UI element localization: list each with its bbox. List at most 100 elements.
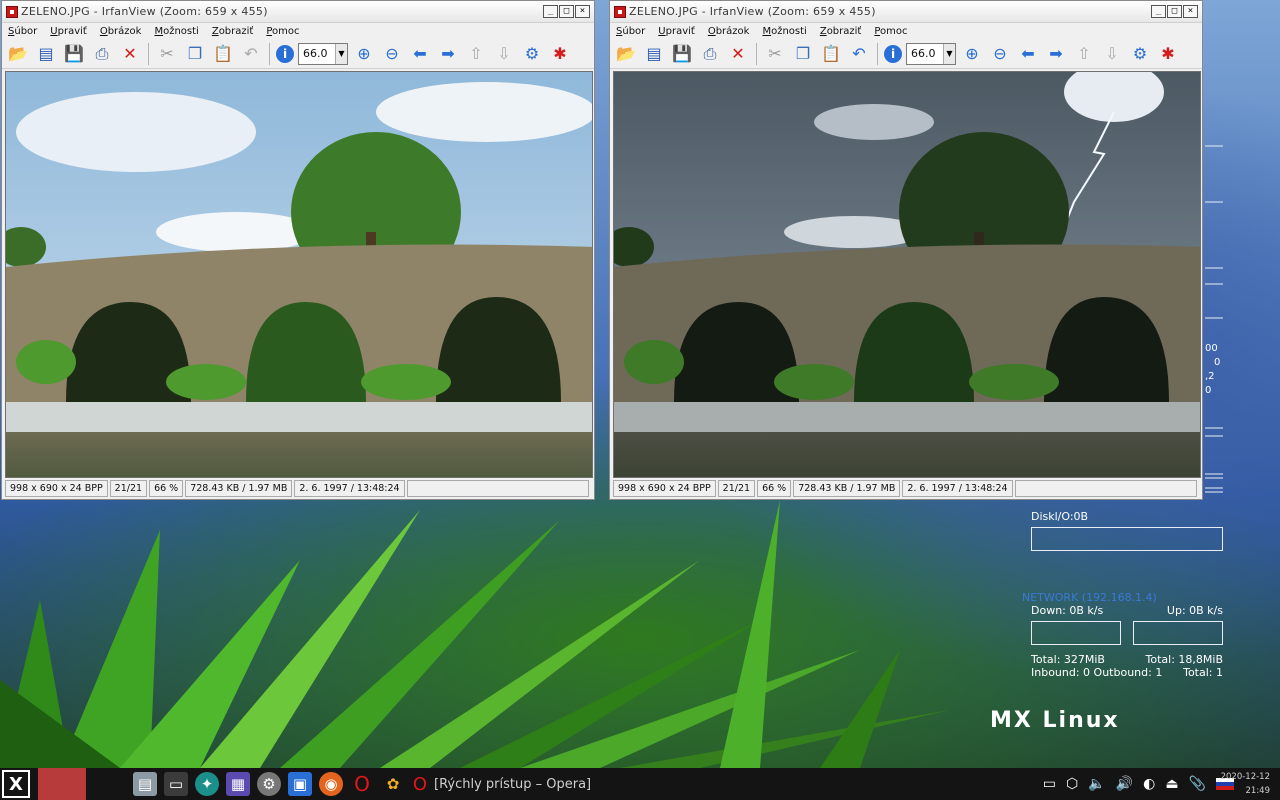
editor-icon[interactable]: ▣ — [288, 772, 312, 796]
conky-up-label: Up: 0B k/s — [1166, 604, 1223, 617]
irfanview-icon[interactable]: ✱ — [548, 42, 572, 66]
menu-zobrazit[interactable]: Zobraziť — [820, 26, 862, 37]
open-icon[interactable]: 📂 — [6, 42, 30, 66]
settings-manager-icon[interactable]: ⚙ — [257, 772, 281, 796]
zoom-value: 66.0 — [303, 47, 328, 60]
image-viewer[interactable] — [613, 71, 1201, 478]
previous-icon[interactable]: ⬅ — [408, 42, 432, 66]
save-icon[interactable]: 💾 — [62, 42, 86, 66]
page-up-icon[interactable]: ⇧ — [464, 42, 488, 66]
zoom-in-icon[interactable]: ⊕ — [960, 42, 984, 66]
firefox-icon[interactable]: ◉ — [319, 772, 343, 796]
zoom-out-icon[interactable]: ⊖ — [988, 42, 1012, 66]
open-icon[interactable]: 📂 — [614, 42, 638, 66]
menu-subor[interactable]: Súbor — [616, 26, 645, 37]
volume-icon[interactable]: 🔈 — [1088, 776, 1105, 792]
settings-icon[interactable]: ⚙ — [1128, 42, 1152, 66]
next-icon[interactable]: ➡ — [436, 42, 460, 66]
mx-tools-icon[interactable]: ✦ — [195, 772, 219, 796]
delete-icon[interactable]: ✕ — [726, 42, 750, 66]
irfanview-window-left[interactable]: ZELENO.JPG - IrfanView (Zoom: 659 x 455)… — [1, 0, 595, 500]
image-viewer[interactable] — [5, 71, 593, 478]
chevron-down-icon[interactable]: ▼ — [335, 43, 347, 64]
volume-icon-2[interactable]: 🔊 — [1116, 776, 1133, 792]
menu-bar: Súbor Upraviť Obrázok Možnosti Zobraziť … — [2, 23, 594, 39]
page-down-icon[interactable]: ⇩ — [492, 42, 516, 66]
package-installer-icon[interactable]: ▦ — [226, 772, 250, 796]
zoom-out-icon[interactable]: ⊖ — [380, 42, 404, 66]
slideshow-icon[interactable]: ▤ — [34, 42, 58, 66]
menu-obrazok[interactable]: Obrázok — [708, 26, 750, 37]
page-up-icon[interactable]: ⇧ — [1072, 42, 1096, 66]
cut-icon[interactable]: ✂ — [155, 42, 179, 66]
title-bar[interactable]: ZELENO.JPG - IrfanView (Zoom: 659 x 455)… — [2, 1, 594, 23]
copy-icon[interactable]: ❐ — [183, 42, 207, 66]
paste-icon[interactable]: 📋 — [819, 42, 843, 66]
toolbar: 📂 ▤ 💾 ⎙ ✕ ✂ ❐ 📋 ↶ i 66.0 ▼ ⊕ ⊖ ⬅ ➡ ⇧ ⇩ ⚙… — [2, 39, 594, 69]
undo-icon[interactable]: ↶ — [239, 42, 263, 66]
previous-icon[interactable]: ⬅ — [1016, 42, 1040, 66]
menu-pomoc[interactable]: Pomoc — [266, 26, 299, 37]
irfanview-window-right[interactable]: ZELENO.JPG - IrfanView (Zoom: 659 x 455)… — [609, 0, 1203, 500]
workspace-indicator[interactable] — [38, 768, 86, 800]
menu-upravit[interactable]: Upraviť — [50, 26, 87, 37]
taskbar-active-window[interactable]: [Rýchly prístup – Opera] — [434, 777, 591, 792]
copy-icon[interactable]: ❐ — [791, 42, 815, 66]
maximize-button[interactable]: □ — [559, 5, 574, 18]
updater-icon[interactable]: ◐ — [1143, 776, 1155, 792]
clock[interactable]: 2020-12-12 21:49 — [1221, 770, 1270, 798]
mx-menu-button[interactable]: X — [2, 770, 30, 798]
display-icon[interactable]: ▭ — [1043, 776, 1056, 792]
chevron-down-icon[interactable]: ▼ — [943, 43, 955, 64]
minimize-button[interactable]: _ — [1151, 5, 1166, 18]
opera-icon[interactable]: O — [350, 772, 374, 796]
opera-app-icon[interactable]: O — [412, 772, 428, 796]
package-icon[interactable]: ⬡ — [1066, 776, 1078, 792]
clip-icon[interactable]: 📎 — [1189, 776, 1206, 792]
conky-down-graph — [1031, 621, 1121, 645]
next-icon[interactable]: ➡ — [1044, 42, 1068, 66]
info-icon[interactable]: i — [276, 44, 294, 63]
menu-upravit[interactable]: Upraviť — [658, 26, 695, 37]
file-manager-icon[interactable]: ▤ — [133, 772, 157, 796]
menu-pomoc[interactable]: Pomoc — [874, 26, 907, 37]
system-tray: ▭ ⬡ 🔈 🔊 ◐ ⏏ 📎 — [1043, 768, 1234, 800]
slideshow-icon[interactable]: ▤ — [642, 42, 666, 66]
minimize-button[interactable]: _ — [543, 5, 558, 18]
conky-disk-graph — [1031, 527, 1223, 551]
paste-icon[interactable]: 📋 — [211, 42, 235, 66]
menu-subor[interactable]: Súbor — [8, 26, 37, 37]
title-bar[interactable]: ZELENO.JPG - IrfanView (Zoom: 659 x 455)… — [610, 1, 1202, 23]
zoom-combobox[interactable]: 66.0 ▼ — [906, 42, 956, 65]
page-down-icon[interactable]: ⇩ — [1100, 42, 1124, 66]
bridge-photo — [6, 72, 592, 477]
status-zoom: 66 % — [757, 480, 792, 497]
maximize-button[interactable]: □ — [1167, 5, 1182, 18]
cut-icon[interactable]: ✂ — [763, 42, 787, 66]
delete-icon[interactable]: ✕ — [118, 42, 142, 66]
pinwheel-icon[interactable]: ✿ — [381, 772, 405, 796]
status-zoom: 66 % — [149, 480, 184, 497]
toolbar-separator — [148, 42, 149, 65]
zoom-in-icon[interactable]: ⊕ — [352, 42, 376, 66]
menu-obrazok[interactable]: Obrázok — [100, 26, 142, 37]
menu-moznosti[interactable]: Možnosti — [762, 26, 806, 37]
terminal-icon[interactable]: ▭ — [164, 772, 188, 796]
close-button[interactable]: × — [575, 5, 590, 18]
status-date: 2. 6. 1997 / 13:48:24 — [902, 480, 1013, 497]
undo-icon[interactable]: ↶ — [847, 42, 871, 66]
save-icon[interactable]: 💾 — [670, 42, 694, 66]
irfanview-icon[interactable]: ✱ — [1156, 42, 1180, 66]
close-button[interactable]: × — [1183, 5, 1198, 18]
status-dimensions: 998 x 690 x 24 BPP — [5, 480, 108, 497]
eject-icon[interactable]: ⏏ — [1165, 776, 1178, 792]
menu-zobrazit[interactable]: Zobraziť — [212, 26, 254, 37]
print-icon[interactable]: ⎙ — [698, 42, 722, 66]
info-icon[interactable]: i — [884, 44, 902, 63]
settings-icon[interactable]: ⚙ — [520, 42, 544, 66]
irfanview-app-icon — [6, 5, 18, 18]
print-icon[interactable]: ⎙ — [90, 42, 114, 66]
menu-moznosti[interactable]: Možnosti — [154, 26, 198, 37]
status-index: 21/21 — [109, 480, 148, 497]
zoom-combobox[interactable]: 66.0 ▼ — [298, 42, 348, 65]
